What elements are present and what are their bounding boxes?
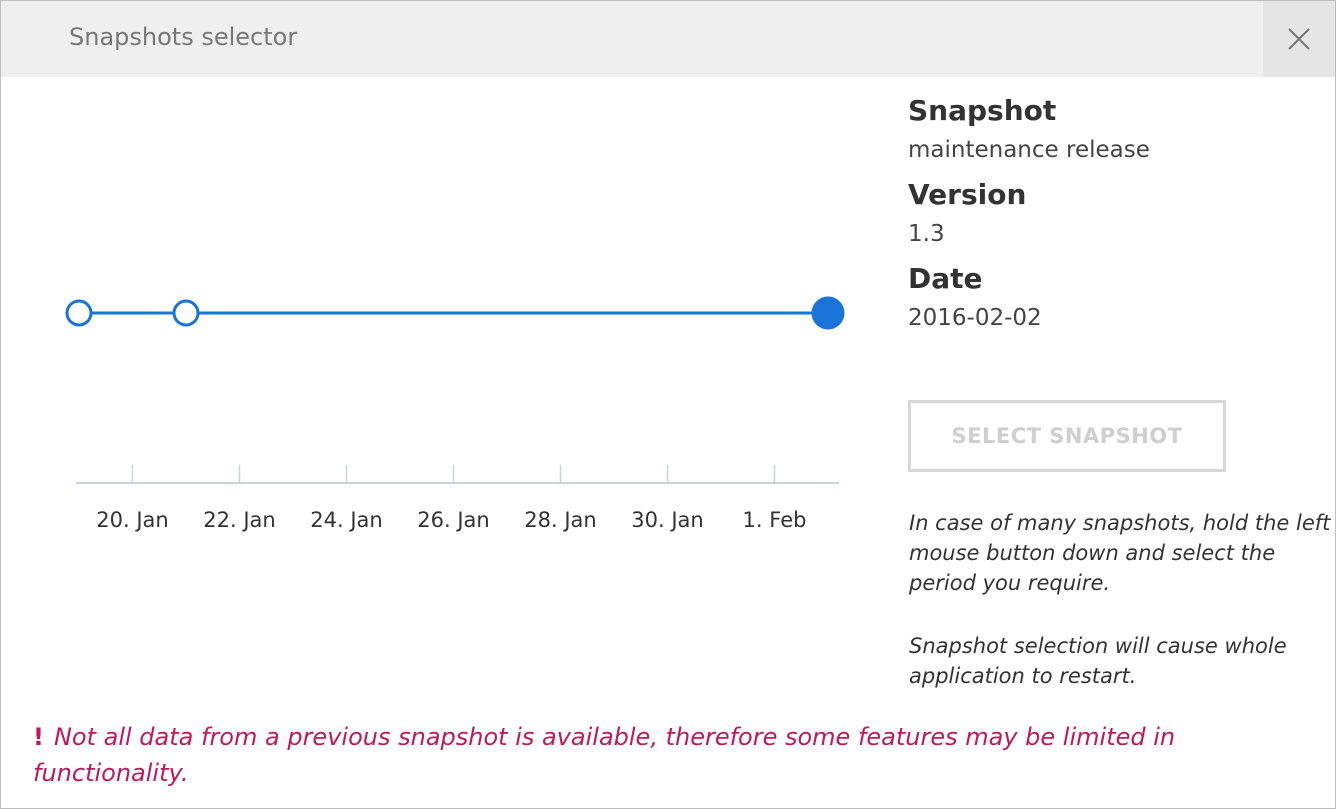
exclamation-icon: ! (33, 723, 44, 751)
x-tick-label: 26. Jan (417, 508, 489, 532)
close-button[interactable] (1263, 1, 1335, 77)
x-tick-label: 22. Jan (203, 508, 275, 532)
warning-message: ! Not all data from a previous snapshot i… (33, 719, 1323, 791)
snapshot-point[interactable] (172, 299, 200, 327)
warning-text: Not all data from a previous snapshot is… (33, 723, 1176, 787)
snapshot-point[interactable] (65, 299, 93, 327)
select-snapshot-button[interactable]: SELECT SNAPSHOT (908, 400, 1226, 472)
close-icon (1288, 28, 1310, 50)
date-label: Date (908, 262, 983, 295)
date-value: 2016-02-02 (908, 305, 1042, 331)
selection-hint: In case of many snapshots, hold the left… (909, 511, 1331, 595)
version-value: 1.3 (908, 221, 945, 247)
snapshot-label: Snapshot (908, 94, 1057, 127)
snapshot-timeline-chart[interactable]: 20. Jan 22. Jan 24. Jan 26. Jan 28. Jan 30. J… (41, 81, 881, 581)
x-tick-label: 28. Jan (524, 508, 596, 532)
snapshot-point-selected[interactable] (811, 296, 845, 330)
snapshot-info-panel: Snapshot maintenance release Version 1.3… (908, 93, 1328, 345)
x-tick-label: 24. Jan (310, 508, 382, 532)
dialog-title: Snapshots selector (69, 23, 298, 51)
x-tick-label: 20. Jan (96, 508, 168, 532)
snapshots-dialog: Snapshots selector 20. Jan 22. Jan 24. Jan… (0, 0, 1336, 809)
x-tick-label: 30. Jan (631, 508, 703, 532)
x-tick-label: 1. Feb (743, 508, 807, 532)
snapshot-value: maintenance release (908, 137, 1150, 163)
timeline-svg[interactable]: 20. Jan 22. Jan 24. Jan 26. Jan 28. Jan 30. J… (41, 81, 881, 581)
restart-hint: Snapshot selection will cause whole appl… (909, 634, 1287, 688)
version-label: Version (908, 178, 1027, 211)
dialog-titlebar: Snapshots selector (1, 1, 1335, 77)
